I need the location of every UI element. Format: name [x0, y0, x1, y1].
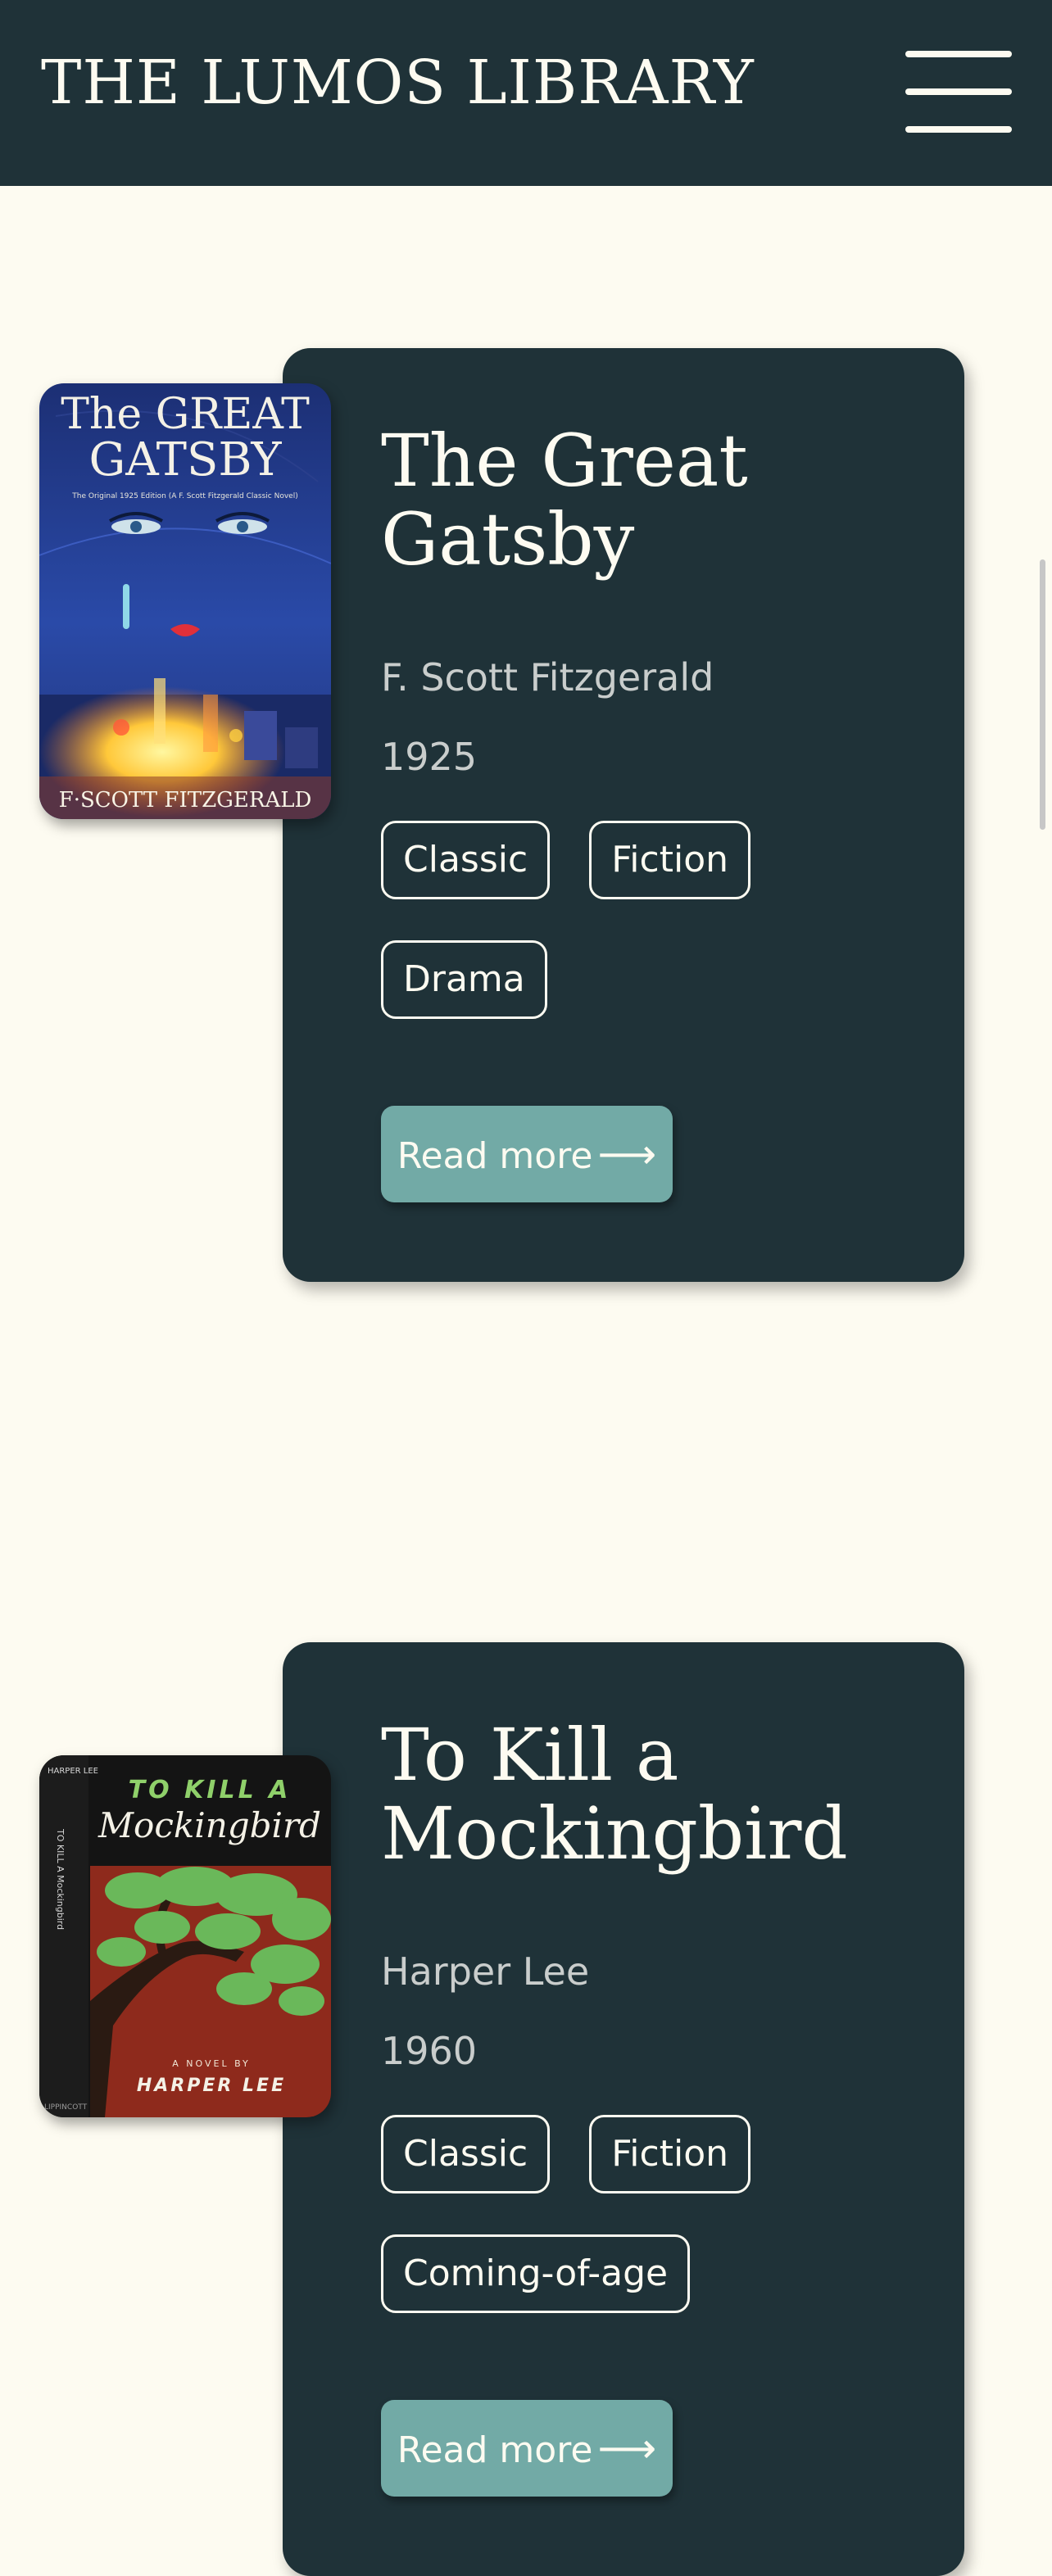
book-title: The Great Gatsby: [381, 419, 748, 582]
svg-text:LIPPINCOTT: LIPPINCOTT: [44, 2103, 88, 2112]
svg-text:Mockingbird: Mockingbird: [97, 1805, 321, 1845]
book-author: Harper Lee: [381, 1949, 590, 1994]
svg-text:The GREAT: The GREAT: [61, 390, 310, 439]
read-more-label: Read more: [397, 1135, 593, 1177]
tag-list: Classic Fiction Drama: [381, 821, 840, 1019]
tag-classic[interactable]: Classic: [381, 2115, 551, 2193]
read-more-button[interactable]: Read more ⟶: [381, 2400, 673, 2497]
menu-bar: [905, 88, 1012, 95]
tag-coming-of-age[interactable]: Coming-of-age: [381, 2234, 691, 2313]
tag-list: Classic Fiction Coming-of-age: [381, 2115, 840, 2313]
scrollbar-thumb[interactable]: [1040, 559, 1045, 830]
hamburger-menu-icon[interactable]: [901, 49, 1016, 136]
svg-text:TO KILL A Mockingbird: TO KILL A Mockingbird: [55, 1828, 66, 1930]
book-cover-image[interactable]: The GREAT GATSBY The Original 1925 Editi…: [39, 383, 331, 819]
tag-classic[interactable]: Classic: [381, 821, 551, 899]
tag-drama[interactable]: Drama: [381, 940, 547, 1019]
book-card: The Great Gatsby F. Scott Fitzgerald 192…: [283, 348, 964, 1282]
tag-fiction[interactable]: Fiction: [589, 2115, 750, 2193]
mockingbird-cover-art: HARPER LEE TO KILL A Mockingbird LIPPINC…: [39, 1755, 331, 2117]
long-arrow-right-icon: ⟶: [597, 1130, 657, 1178]
menu-bar: [905, 51, 1012, 57]
svg-text:F·SCOTT FITZGERALD: F·SCOTT FITZGERALD: [59, 788, 312, 813]
book-card: To Kill a Mockingbird Harper Lee 1960 Cl…: [283, 1642, 964, 2576]
book-author: F. Scott Fitzgerald: [381, 655, 714, 699]
svg-text:A NOVEL BY: A NOVEL BY: [172, 2058, 250, 2069]
book-year: 1960: [381, 2029, 478, 2073]
site-logo[interactable]: THE LUMOS LIBRARY: [41, 48, 755, 118]
svg-text:TO KILL A: TO KILL A: [129, 1776, 292, 1804]
svg-text:GATSBY: GATSBY: [89, 433, 283, 487]
menu-bar: [905, 126, 1012, 133]
tag-fiction[interactable]: Fiction: [589, 821, 750, 899]
site-header: THE LUMOS LIBRARY: [0, 0, 1052, 186]
book-cover-image[interactable]: HARPER LEE TO KILL A Mockingbird LIPPINC…: [39, 1755, 331, 2117]
read-more-label: Read more: [397, 2429, 593, 2471]
read-more-button[interactable]: Read more ⟶: [381, 1106, 673, 1202]
svg-text:The Original 1925 Edition (A F: The Original 1925 Edition (A F. Scott Fi…: [71, 492, 297, 500]
long-arrow-right-icon: ⟶: [597, 2424, 657, 2472]
book-title: To Kill a Mockingbird: [381, 1713, 848, 1876]
svg-text:HARPER LEE: HARPER LEE: [137, 2076, 286, 2096]
gatsby-cover-art: The GREAT GATSBY The Original 1925 Editi…: [39, 383, 331, 819]
svg-text:HARPER LEE: HARPER LEE: [48, 1767, 98, 1776]
book-year: 1925: [381, 735, 478, 779]
